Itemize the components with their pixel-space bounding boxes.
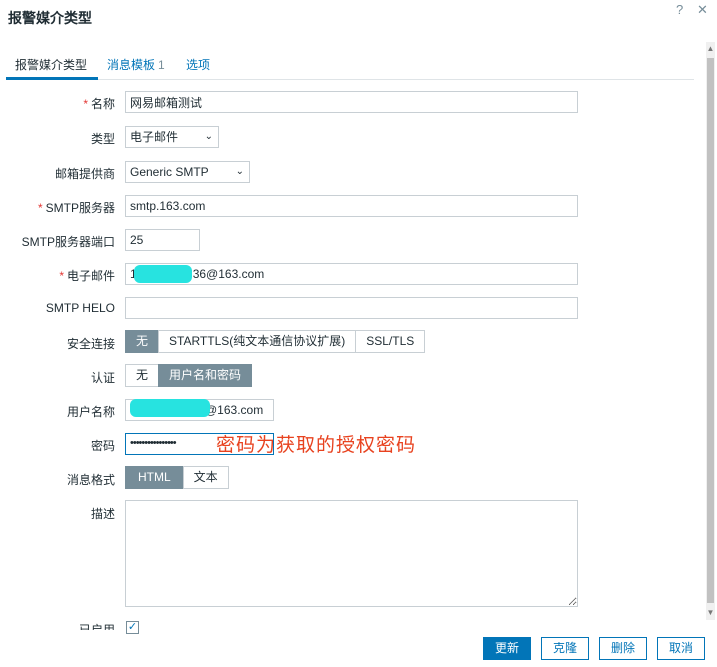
type-label: 类型 xyxy=(90,132,115,146)
help-icon[interactable]: ? xyxy=(676,2,683,17)
security-option-none[interactable]: 无 xyxy=(125,330,160,353)
password-label: 密码 xyxy=(90,439,115,453)
smtp-helo-input[interactable] xyxy=(125,297,578,319)
chevron-down-icon: ⌄ xyxy=(204,131,213,142)
scrollbar-thumb[interactable] xyxy=(707,58,714,603)
message-format-segmented: HTML 文本 xyxy=(125,466,229,489)
message-format-option-text[interactable]: 文本 xyxy=(182,466,229,489)
tab-message-templates-label: 消息模板 xyxy=(107,58,156,72)
tab-message-templates[interactable]: 消息模板 1 xyxy=(107,56,165,73)
message-format-label: 消息格式 xyxy=(66,473,115,487)
name-label: * 名称 xyxy=(83,97,115,111)
update-button[interactable]: 更新 xyxy=(483,637,531,660)
enabled-checkbox[interactable]: ✓ xyxy=(126,621,139,634)
provider-select[interactable]: Generic SMTP ⌄ xyxy=(125,161,250,183)
auth-label: 认证 xyxy=(90,371,115,385)
scroll-up-arrow-icon[interactable]: ▲ xyxy=(706,44,715,54)
provider-select-value: Generic SMTP xyxy=(130,165,209,179)
smtp-helo-label: SMTP HELO xyxy=(45,301,115,315)
security-option-starttls[interactable]: STARTTLS(纯文本通信协议扩展) xyxy=(158,330,357,353)
tab-options[interactable]: 选项 xyxy=(186,56,210,73)
smtp-port-input[interactable] xyxy=(125,229,200,251)
type-select-value: 电子邮件 xyxy=(130,130,179,144)
security-option-ssl-tls[interactable]: SSL/TLS xyxy=(355,330,426,353)
enabled-label: 已启用 xyxy=(78,623,115,630)
security-segmented: 无 STARTTLS(纯文本通信协议扩展) SSL/TLS xyxy=(125,330,426,353)
description-textarea[interactable] xyxy=(125,500,578,607)
smtp-server-label: * SMTP服务器 xyxy=(37,201,115,215)
security-label: 安全连接 xyxy=(66,337,115,351)
tab-bar: 报警媒介类型 消息模板 1 选项 xyxy=(6,50,694,80)
email-value-suffix: 36@163.com xyxy=(192,267,265,281)
auth-segmented: 无 用户名和密码 xyxy=(125,364,253,387)
password-annotation: 密码为获取的授权密码 xyxy=(216,434,417,456)
message-format-option-html[interactable]: HTML xyxy=(125,466,184,489)
tab-count-badge: 1 xyxy=(158,58,165,72)
username-label: 用户名称 xyxy=(66,405,115,419)
dialog-title: 报警媒介类型 xyxy=(8,10,92,26)
redaction-mark xyxy=(130,399,210,417)
username-value-suffix: @163.com xyxy=(205,403,264,417)
close-icon[interactable]: ✕ xyxy=(697,2,708,18)
provider-label: 邮箱提供商 xyxy=(54,167,115,181)
active-tab-indicator xyxy=(6,77,98,80)
scroll-down-arrow-icon[interactable]: ▼ xyxy=(706,608,715,618)
clone-button[interactable]: 克隆 xyxy=(541,637,589,660)
smtp-server-input[interactable] xyxy=(125,195,578,217)
smtp-port-label: SMTP服务器端口 xyxy=(21,235,115,249)
scrollbar[interactable]: ▲ ▼ xyxy=(706,42,715,620)
name-input[interactable] xyxy=(125,91,578,113)
delete-button[interactable]: 删除 xyxy=(599,637,647,660)
email-label: * 电子邮件 xyxy=(59,269,115,283)
auth-option-none[interactable]: 无 xyxy=(125,364,160,387)
cancel-button[interactable]: 取消 xyxy=(657,637,705,660)
description-label: 描述 xyxy=(90,507,115,521)
redaction-mark xyxy=(134,265,192,283)
type-select[interactable]: 电子邮件 ⌄ xyxy=(125,126,219,148)
tab-media-type[interactable]: 报警媒介类型 xyxy=(15,56,87,73)
email-field[interactable]: 136@163.com xyxy=(125,263,578,285)
chevron-down-icon: ⌄ xyxy=(235,166,244,177)
auth-option-username-password[interactable]: 用户名和密码 xyxy=(158,364,253,387)
